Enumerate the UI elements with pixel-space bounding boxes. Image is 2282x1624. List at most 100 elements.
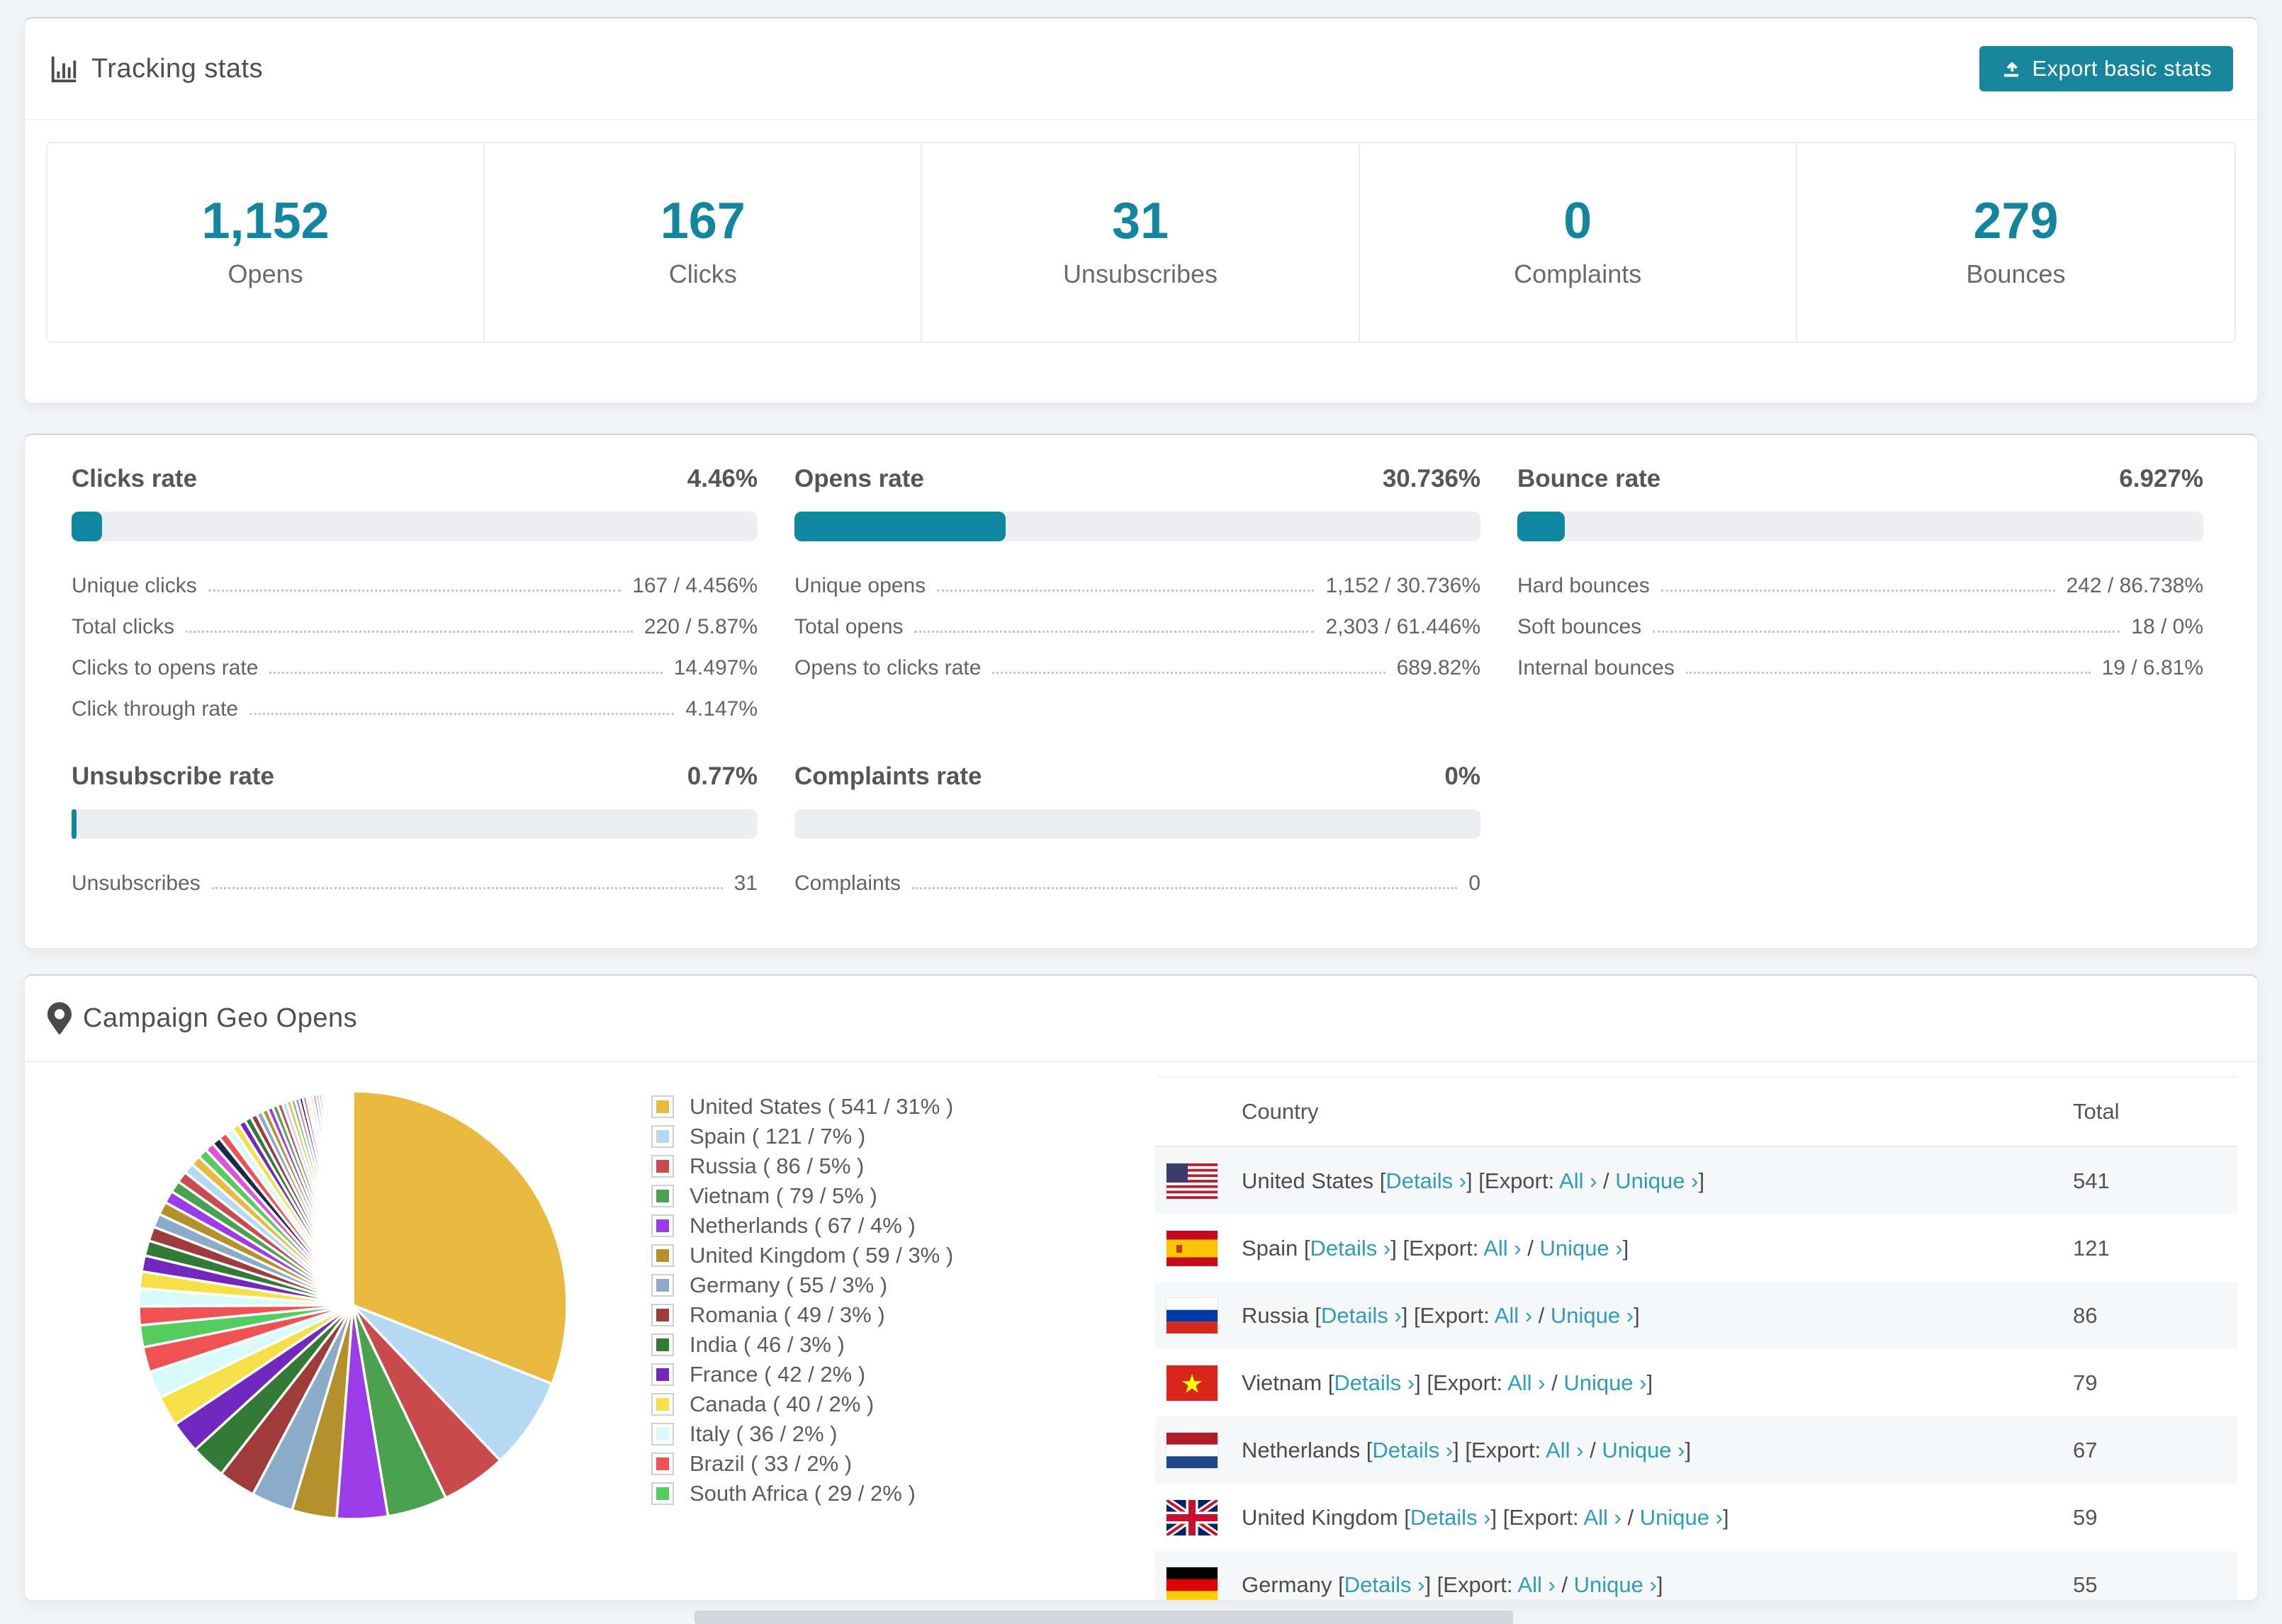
rate-row-label: Unique opens [794, 574, 926, 597]
legend-swatch [651, 1363, 674, 1386]
export-all-link[interactable]: All › [1507, 1370, 1545, 1395]
rate-detail-row: Clicks to opens rate 14.497% [72, 648, 758, 689]
dotted-leader [269, 672, 663, 674]
stat-box-clicks: 167 Clicks [485, 143, 923, 342]
rate-detail-row: Total opens 2,303 / 61.446% [794, 607, 1480, 648]
country-cell: Russia [Details ›] [Export: All › / Uniq… [1242, 1303, 1640, 1329]
country-name: Spain [1242, 1235, 1304, 1261]
legend-swatch [651, 1214, 674, 1237]
country-cell: Vietnam [Details ›] [Export: All › / Uni… [1242, 1370, 1653, 1396]
geo-content: United States ( 541 / 31% ) Spain ( 121 /… [25, 1062, 2257, 1600]
flag-gb-icon [1167, 1499, 1218, 1535]
export-all-link[interactable]: All › [1546, 1438, 1583, 1462]
rate-row-label: Internal bounces [1517, 656, 1675, 680]
rate-row-value: 18 / 0% [2131, 615, 2203, 638]
export-unique-link[interactable]: Unique › [1563, 1370, 1646, 1395]
legend-label: United States ( 541 / 31% ) [690, 1094, 954, 1119]
dotted-leader [186, 631, 633, 633]
export-unique-link[interactable]: Unique › [1551, 1303, 1634, 1328]
rate-row-value: 220 / 5.87% [643, 615, 758, 638]
bar-chart-icon [47, 52, 80, 85]
rate-title: Bounce rate [1517, 465, 1661, 492]
export-prefix: [Export: [1478, 1168, 1560, 1193]
geo-table-row: Russia [Details ›] [Export: All › / Uniq… [1155, 1282, 2237, 1349]
legend-label: Romania ( 49 / 3% ) [690, 1302, 885, 1327]
export-unique-link[interactable]: Unique › [1640, 1505, 1723, 1530]
export-all-link[interactable]: All › [1583, 1505, 1621, 1530]
rate-progress-track [794, 512, 1480, 541]
rate-value: 6.927% [2119, 465, 2203, 492]
details-link[interactable]: Details › [1321, 1303, 1402, 1328]
country-name: Vietnam [1242, 1370, 1328, 1395]
legend-label: Canada ( 40 / 2% ) [690, 1392, 875, 1416]
dotted-leader [211, 887, 723, 889]
export-unique-link[interactable]: Unique › [1574, 1572, 1657, 1597]
rate-row-label: Opens to clicks rate [794, 656, 982, 680]
horizontal-scrollbar[interactable] [695, 1611, 1513, 1624]
details-link[interactable]: Details › [1334, 1370, 1415, 1395]
pie-slice-other[interactable] [350, 1090, 354, 1307]
legend-swatch [651, 1095, 674, 1118]
summary-stats-row: 1,152 Opens 167 Clicks 31 Unsubscribes 0 Compla… [46, 142, 2236, 343]
bracket: [ [1315, 1302, 1321, 1328]
legend-item: Russia ( 86 / 5% ) [651, 1151, 953, 1181]
slash: / [1597, 1168, 1616, 1193]
stat-box-bounces: 279 Bounces [1797, 143, 2235, 342]
legend-item: Germany ( 55 / 3% ) [651, 1270, 953, 1300]
rate-row-value: 1,152 / 30.736% [1325, 574, 1480, 597]
rate-progress-track [794, 809, 1480, 839]
export-unique-link[interactable]: Unique › [1602, 1438, 1685, 1462]
rate-detail-row: Unique opens 1,152 / 30.736% [794, 565, 1480, 607]
geo-title: Campaign Geo Opens [83, 1003, 358, 1033]
slash: / [1532, 1302, 1551, 1328]
geo-table-row: United Kingdom [Details ›] [Export: All … [1155, 1484, 2237, 1551]
legend-item: Vietnam ( 79 / 5% ) [651, 1181, 953, 1211]
export-all-link[interactable]: All › [1495, 1303, 1532, 1328]
legend-label: Spain ( 121 / 7% ) [690, 1124, 866, 1149]
export-unique-link[interactable]: Unique › [1539, 1236, 1622, 1261]
rate-value: 0.77% [687, 762, 758, 790]
legend-label: Vietnam ( 79 / 5% ) [690, 1183, 877, 1208]
legend-label: South Africa ( 29 / 2% ) [690, 1481, 916, 1506]
column-header-total: Total [2073, 1099, 2120, 1124]
rate-row-label: Click through rate [72, 697, 239, 721]
rate-head: Complaints rate 0% [794, 762, 1480, 791]
bracket: ] [1685, 1437, 1692, 1462]
export-prefix: [Export: [1403, 1235, 1484, 1261]
rate-block-opens: Opens rate 30.736% Unique opens 1,152 / 30.… [794, 465, 1480, 730]
export-prefix: [Export: [1427, 1370, 1508, 1395]
export-basic-stats-button[interactable]: Export basic stats [1979, 46, 2233, 91]
legend-item: Netherlands ( 67 / 4% ) [651, 1211, 953, 1241]
bracket: ] [1466, 1168, 1479, 1193]
flag-es-icon [1167, 1230, 1218, 1266]
details-link[interactable]: Details › [1410, 1505, 1491, 1530]
rate-row-value: 0 [1468, 872, 1480, 895]
total-cell: 541 [2073, 1168, 2110, 1193]
rate-detail-row: Click through rate 4.147% [72, 689, 758, 730]
total-cell: 55 [2073, 1572, 2098, 1597]
export-all-link[interactable]: All › [1559, 1168, 1597, 1193]
rate-row-value: 14.497% [673, 656, 758, 680]
export-unique-link[interactable]: Unique › [1615, 1168, 1698, 1193]
legend-swatch [651, 1423, 674, 1445]
details-link[interactable]: Details › [1310, 1236, 1391, 1261]
rate-value: 4.46% [687, 465, 758, 492]
export-all-link[interactable]: All › [1517, 1572, 1555, 1597]
rate-row-label: Total opens [794, 615, 904, 638]
export-all-link[interactable]: All › [1483, 1236, 1521, 1261]
rate-row-value: 4.147% [685, 697, 758, 721]
stat-box-complaints: 0 Complaints [1360, 143, 1797, 342]
details-link[interactable]: Details › [1372, 1438, 1453, 1462]
rate-progress-fill [794, 512, 1006, 541]
country-name: Germany [1242, 1572, 1339, 1597]
legend-swatch [651, 1453, 674, 1475]
legend-label: France ( 42 / 2% ) [690, 1362, 866, 1387]
rate-detail-row: Complaints 0 [794, 863, 1480, 904]
rate-detail-row: Soft bounces 18 / 0% [1517, 607, 2203, 648]
details-link[interactable]: Details › [1386, 1168, 1466, 1193]
export-prefix: [Export: [1465, 1437, 1546, 1462]
export-prefix: [Export: [1437, 1572, 1518, 1597]
pie-legend: United States ( 541 / 31% ) Spain ( 121 /… [651, 1092, 953, 1509]
details-link[interactable]: Details › [1344, 1572, 1425, 1597]
legend-item: South Africa ( 29 / 2% ) [651, 1479, 953, 1509]
